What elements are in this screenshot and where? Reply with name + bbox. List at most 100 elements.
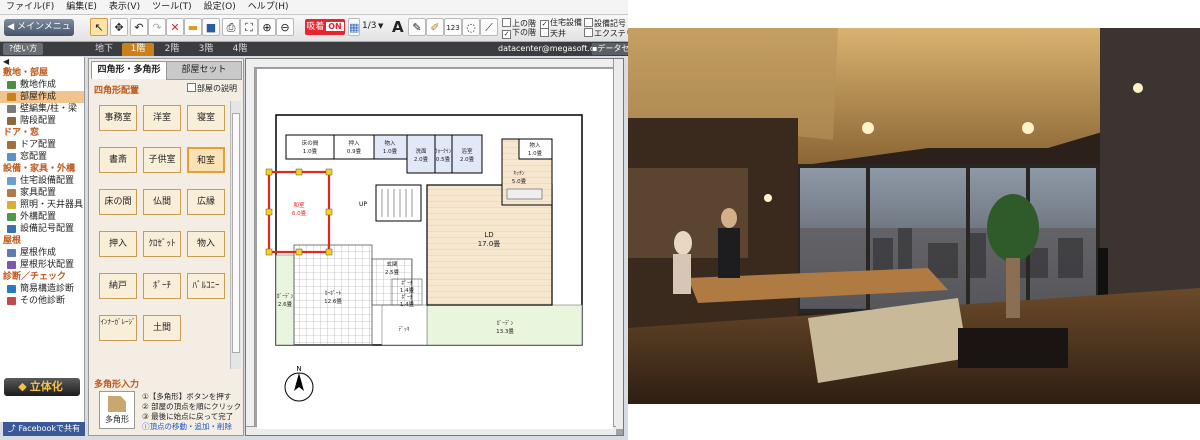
sidebar-item[interactable]: 照明・天井器具 (0, 199, 84, 211)
tab-basement[interactable]: 地下 (88, 43, 120, 56)
floorplan-canvas-area[interactable]: UP 床の間 1.0畳 押入 0.9畳 物入 1.0畳 洗面 2.0畳 ｳｫｰｸｲﾝ 0.… (245, 58, 624, 436)
usage-help-button[interactable]: ?使い方 (3, 43, 43, 55)
info-icon: ⓘ (142, 422, 150, 431)
tab-floor-4[interactable]: 4階 (224, 43, 256, 56)
sidebar-item-icon (7, 81, 16, 89)
checkbox-lower-floor[interactable]: ✓ 下の階 (502, 28, 536, 39)
sidebar-item-label: 照明・天井器具 (20, 200, 84, 210)
room-button[interactable]: 納戸 (99, 273, 137, 299)
zoom-in-icon[interactable]: ⊕ (258, 18, 276, 36)
room-button[interactable]: 洋室 (143, 105, 181, 131)
sidebar-item[interactable]: 窓配置 (0, 151, 84, 163)
select-pointer-icon[interactable]: ↖ (90, 18, 108, 36)
room-button[interactable]: 物入 (187, 231, 225, 257)
sidebar-item[interactable]: 設備記号配置 (0, 223, 84, 235)
delete-icon[interactable]: ✕ (166, 18, 184, 36)
sidebar-item[interactable]: 住宅設備配置 (0, 175, 84, 187)
room-name: 和室 (293, 201, 305, 209)
page-dropdown-icon[interactable]: ▼ (378, 22, 383, 30)
room-button[interactable]: ﾎﾟｰﾁ (143, 273, 181, 299)
sidebar-item[interactable]: 階段配置 (0, 115, 84, 127)
canvas-vertical-scrollbar[interactable] (613, 59, 623, 429)
tab-floor-2[interactable]: 2階 (156, 43, 188, 56)
dimension-tool-icon[interactable]: 123 (444, 18, 462, 36)
tab-room-set[interactable]: 部屋セット (166, 61, 242, 80)
grid-snap-toggle[interactable]: 吸着 ON (305, 19, 345, 35)
polygon-button[interactable]: 多角形 (99, 391, 135, 429)
room-button[interactable]: 土間 (143, 315, 181, 341)
sidebar-item[interactable]: 簡易構造診断 (0, 283, 84, 295)
tab-floor-3[interactable]: 3階 (190, 43, 222, 56)
sidebar-item[interactable]: 屋根形状配置 (0, 259, 84, 271)
menu-tools[interactable]: ツール(T) (146, 0, 198, 14)
room-button[interactable]: 寝室 (187, 105, 225, 131)
room-name: ﾎﾟｰﾁ (401, 280, 412, 287)
menu-file[interactable]: ファイル(F) (0, 0, 60, 14)
vertex-edit-link[interactable]: ⓘ頂点の移動・追加・削除 (142, 422, 241, 432)
palette-scrollbar[interactable] (230, 101, 241, 369)
main-toolbar: ◀ メインメニュー ↖ ✥ ↶ ↷ ✕ ▬ ■ ⎙ ⛶ ⊕ ⊖ 吸着ON ▦ 1… (0, 15, 628, 49)
checkbox-upper-floor-label: 上の階 (512, 19, 536, 28)
print-icon[interactable]: ⎙ (222, 18, 240, 36)
scrollbar-thumb[interactable] (232, 113, 240, 353)
room-button[interactable]: 子供室 (143, 147, 181, 173)
save-icon[interactable]: ■ (202, 18, 220, 36)
marker-tool-icon[interactable]: ✐ (426, 18, 444, 36)
checkbox-exterior[interactable]: エクステリア (584, 28, 628, 39)
room-button[interactable]: 押入 (99, 231, 137, 257)
fit-view-icon[interactable]: ⛶ (240, 18, 258, 36)
tab-floor-1[interactable]: 1階 (122, 43, 154, 56)
room-button[interactable]: 広縁 (187, 189, 225, 215)
sidebar-item[interactable]: 外構配置 (0, 211, 84, 223)
open-folder-icon[interactable]: ▬ (184, 18, 202, 36)
room-button[interactable]: ｸﾛｾﾞｯﾄ (143, 231, 181, 257)
room-button[interactable]: 仏間 (143, 189, 181, 215)
stair-room (375, 184, 422, 222)
sidebar-item[interactable]: その他診断 (0, 295, 84, 307)
menu-view[interactable]: 表示(V) (103, 0, 146, 14)
room-button[interactable]: ﾊﾞﾙｺﾆｰ (187, 273, 225, 299)
room-button[interactable]: 書斎 (99, 147, 137, 173)
pan-icon[interactable]: ✥ (110, 18, 128, 36)
rittaika-3d-button[interactable]: ◆ 立体化 (4, 378, 80, 396)
room-name: 押入 (348, 139, 360, 147)
data-center-button[interactable]: ▪データセン (592, 43, 628, 55)
checkbox-ceiling[interactable]: 天井 (540, 28, 566, 39)
sidebar-item[interactable]: 部屋作成 (0, 91, 84, 103)
zoom-out-icon[interactable]: ⊖ (276, 18, 294, 36)
redo-icon[interactable]: ↷ (148, 18, 166, 36)
kitchen-counter (506, 188, 543, 200)
room-button[interactable]: ｲﾝﾅｰｶﾞﾚｰｼﾞ (99, 315, 137, 341)
sidebar-item[interactable]: ドア配置 (0, 139, 84, 151)
undo-icon[interactable]: ↶ (130, 18, 148, 36)
menu-edit[interactable]: 編集(E) (60, 0, 103, 14)
sidebar-category-title: 診断／チェック (3, 272, 67, 282)
menu-help[interactable]: ヘルプ(H) (242, 0, 295, 14)
main-menu-button[interactable]: ◀ メインメニュー (4, 19, 74, 49)
room-name: ｳｫｰｸｲﾝ (435, 148, 452, 155)
text-tool-icon[interactable]: A (392, 18, 404, 36)
measure-tool-icon[interactable]: ◌ (462, 18, 480, 36)
grid-icon[interactable]: ▦ (348, 18, 360, 36)
line-tool-icon[interactable]: ✎ (408, 18, 426, 36)
north-compass-icon: N (284, 365, 314, 402)
room-button[interactable]: 床の間 (99, 189, 137, 215)
sidebar-item-icon (7, 297, 16, 305)
sidebar-item[interactable]: 屋根作成 (0, 247, 84, 259)
sidebar-item[interactable]: 敷地作成 (0, 79, 84, 91)
room-button[interactable]: 事務室 (99, 105, 137, 131)
checkbox-equipment-label: 住宅設備 (550, 18, 582, 27)
sidebar-item[interactable]: 家具配置 (0, 187, 84, 199)
sidebar-item[interactable]: 壁編集/柱・梁 (0, 103, 84, 115)
menu-settings[interactable]: 設定(O) (198, 0, 242, 14)
floorplan-drawing[interactable]: UP 床の間1.0畳 押入0.9畳 物入1.0畳 洗面2.0畳 ｳｫｰｸｲﾝ0.… (257, 69, 613, 429)
sidebar-item-label: 階段配置 (20, 116, 57, 126)
room-explain-checkbox[interactable]: 部屋の説明 (187, 83, 237, 94)
page-indicator[interactable]: 1/3 (362, 21, 376, 31)
ruler-tool-icon[interactable]: ⟋ (480, 18, 498, 36)
collapse-sidebar-icon[interactable]: ◀ (0, 57, 84, 67)
room-button[interactable]: 和室 (187, 147, 225, 173)
facebook-share-button[interactable]: ⤴ Facebookで共有 (3, 422, 85, 436)
tab-rect-polygon[interactable]: 四角形・多角形 (91, 61, 167, 79)
room-name: ｶｰﾎﾟｰﾄ (325, 290, 342, 297)
